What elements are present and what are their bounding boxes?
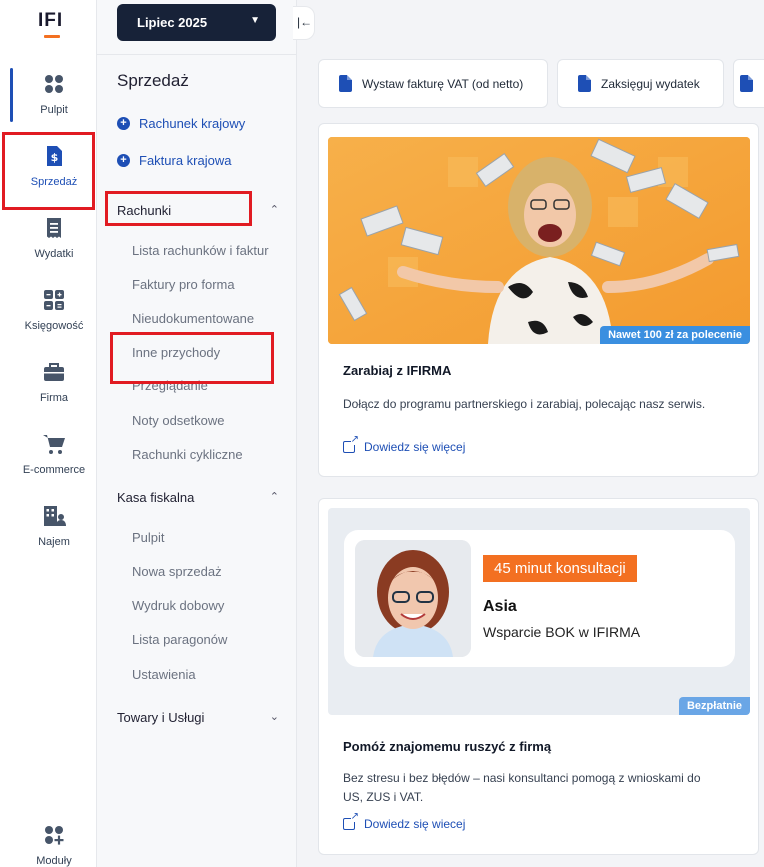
collapse-left-icon: |← <box>297 15 313 29</box>
sidebar-collapse-button[interactable]: |← <box>293 6 315 40</box>
rail-item-ksiegowosc[interactable]: Księgowość <box>12 288 96 346</box>
logo-text: IFI <box>38 10 64 31</box>
briefcase-icon <box>44 363 64 381</box>
consultation-card: 45 minut konsultacji Asia Wsparcie BOK w… <box>318 498 759 855</box>
rail-label: Moduły <box>36 855 72 867</box>
woman-with-money-illustration <box>328 137 750 344</box>
rail-item-pulpit[interactable]: Pulpit <box>12 72 96 130</box>
rail-label: Pulpit <box>40 104 68 116</box>
link-label: Dowiedz się wiecej <box>364 817 466 831</box>
nav-faktury-pro-forma[interactable]: Faktury pro forma <box>132 277 235 292</box>
action-label: Wystaw fakturę VAT (od netto) <box>362 76 524 91</box>
group-towary-i-uslugi[interactable]: Towary i Usługi ⌄ <box>117 710 279 725</box>
external-link-icon <box>343 812 359 830</box>
link-label: Dowiedz się więcej <box>364 440 466 454</box>
app-logo[interactable]: IFI <box>38 10 68 40</box>
rail-label: E-commerce <box>22 464 86 476</box>
rail-item-wydatki[interactable]: Wydatki <box>12 216 96 274</box>
external-link-icon <box>343 435 359 453</box>
calculator-icon <box>44 290 64 310</box>
consultant-panel: 45 minut konsultacji Asia Wsparcie BOK w… <box>344 530 735 667</box>
modules-plus-icon <box>45 826 64 845</box>
nav-noty-odsetkowe[interactable]: Noty odsetkowe <box>132 413 225 428</box>
nav-lista-paragonow[interactable]: Lista paragonów <box>132 632 227 647</box>
consultant-portrait <box>355 540 471 657</box>
consultant-name: Asia <box>483 598 517 615</box>
nav-nieudokumentowane[interactable]: Nieudokumentowane <box>132 311 254 326</box>
nav-ustawienia[interactable]: Ustawienia <box>132 667 196 682</box>
icon-rail: IFI Pulpit $ Sprzedaż Wydatki Księgowość… <box>0 0 97 867</box>
chevron-up-icon: ⌃ <box>269 491 279 503</box>
month-label: Lipiec 2025 <box>137 15 208 30</box>
issue-vat-invoice-button[interactable]: Wystaw fakturę VAT (od netto) <box>318 59 548 108</box>
document-icon <box>740 75 753 92</box>
group-label: Kasa fiskalna <box>117 490 195 505</box>
nav-kasa-pulpit[interactable]: Pulpit <box>132 530 165 545</box>
plus-circle-icon: + <box>117 117 130 130</box>
highlight-box-sprzedaz <box>2 132 95 210</box>
link-label: Rachunek krajowy <box>139 116 246 131</box>
section-title: Sprzedaż <box>117 71 189 90</box>
new-rachunek-krajowy-link[interactable]: + Rachunek krajowy <box>117 116 245 131</box>
chevron-down-icon: ▼ <box>250 15 260 26</box>
link-label: Faktura krajowa <box>139 153 232 168</box>
nav-lista-rachunkow[interactable]: Lista rachunków i faktur <box>132 243 269 258</box>
rail-label: Najem <box>38 536 70 548</box>
chevron-up-icon: ⌃ <box>269 204 279 216</box>
consultant-photo <box>355 540 471 657</box>
document-download-icon <box>578 75 591 92</box>
dashboard-icon <box>45 75 63 93</box>
chevron-down-icon: ⌄ <box>269 711 279 723</box>
divider <box>97 54 297 55</box>
rail-item-najem[interactable]: Najem <box>12 504 96 562</box>
document-icon <box>339 75 352 92</box>
building-user-icon <box>44 506 66 526</box>
card-title: Pomóż znajomemu ruszyć z firmą <box>343 739 552 754</box>
month-selector[interactable]: Lipiec 2025 ▼ <box>117 4 276 41</box>
action-label: Zaksięguj wydatek <box>601 76 700 91</box>
rail-label: Wydatki <box>34 248 74 260</box>
free-badge: Bezpłatnie <box>678 697 750 715</box>
rail-label: Księgowość <box>24 320 84 332</box>
group-label: Towary i Usługi <box>117 710 205 725</box>
rail-label: Firma <box>39 392 69 404</box>
group-kasa-fiskalna[interactable]: Kasa fiskalna ⌃ <box>117 490 279 505</box>
card-description: Bez stresu i bez błędów – nasi konsultan… <box>343 771 701 804</box>
receipt-icon <box>47 218 61 238</box>
partner-badge: Nawet 100 zł za polecenie <box>600 326 750 344</box>
learn-more-link[interactable]: Dowiedz się więcej <box>343 435 466 454</box>
nav-nowa-sprzedaz[interactable]: Nowa sprzedaż <box>132 564 222 579</box>
rail-item-moduly[interactable]: Moduły <box>12 823 96 867</box>
highlight-box-inne-przychody <box>110 332 274 384</box>
partner-banner-image[interactable]: Nawet 100 zł za polecenie <box>328 137 750 344</box>
rail-item-ecommerce[interactable]: E-commerce <box>12 432 96 490</box>
card-title: Zarabiaj z IFIRMA <box>343 363 452 378</box>
secondary-sidebar: Lipiec 2025 ▼ Sprzedaż + Rachunek krajow… <box>97 0 297 867</box>
new-faktura-krajowa-link[interactable]: + Faktura krajowa <box>117 153 231 168</box>
more-action-button[interactable] <box>733 59 764 108</box>
highlight-box-rachunki <box>105 191 252 226</box>
consultation-banner[interactable]: 45 minut konsultacji Asia Wsparcie BOK w… <box>328 508 750 715</box>
partner-program-card: Nawet 100 zł za polecenie Zarabiaj z IFI… <box>318 123 759 477</box>
rail-item-firma[interactable]: Firma <box>12 360 96 418</box>
cart-icon <box>43 435 65 454</box>
card-description: Dołącz do programu partnerskiego i zarab… <box>343 397 706 411</box>
consultant-role: Wsparcie BOK w IFIRMA <box>483 624 641 640</box>
consultation-tag: 45 minut konsultacji <box>483 555 637 582</box>
learn-more-link[interactable]: Dowiedz się wiecej <box>343 812 466 831</box>
book-expense-button[interactable]: Zaksięguj wydatek <box>557 59 724 108</box>
nav-wydruk-dobowy[interactable]: Wydruk dobowy <box>132 598 224 613</box>
nav-rachunki-cykliczne[interactable]: Rachunki cykliczne <box>132 447 243 462</box>
logo-accent-bar <box>44 35 60 38</box>
plus-circle-icon: + <box>117 154 130 167</box>
